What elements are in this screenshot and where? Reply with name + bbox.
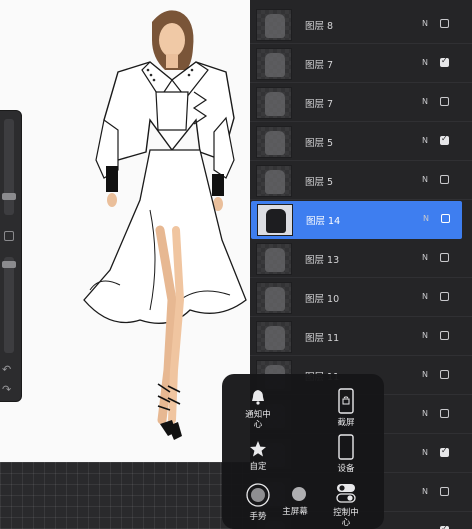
layer-name: 图层 5 xyxy=(305,177,334,188)
layer-thumbnail xyxy=(256,321,292,353)
opacity-knob[interactable] xyxy=(2,261,16,268)
layer-name: 图层 10 xyxy=(305,294,340,305)
blend-mode[interactable]: N xyxy=(423,214,429,223)
layer-name: 图层 7 xyxy=(305,60,334,71)
device-icon xyxy=(338,434,354,460)
layer-name: 图层 7 xyxy=(305,99,334,110)
blend-mode[interactable]: N xyxy=(422,253,428,262)
blend-mode[interactable]: N xyxy=(422,136,428,145)
blend-mode[interactable]: N xyxy=(422,448,428,457)
blend-mode[interactable]: N xyxy=(422,175,428,184)
layer-row[interactable]: 图层 7 N xyxy=(250,84,472,122)
brush-size-opacity-sidebar[interactable]: ↶ ↷ xyxy=(0,110,22,402)
app-window: ↶ ↷ 图层 8 N 图层 7 N 图层 7 N 图层 5 N xyxy=(0,0,472,529)
layer-row[interactable]: 图层 13 N xyxy=(250,240,472,278)
gesture-label: 手势 xyxy=(249,512,267,522)
bell-icon xyxy=(252,390,264,405)
visibility-checkbox[interactable] xyxy=(440,134,449,145)
blend-mode[interactable]: N xyxy=(422,487,428,496)
layer-thumbnail xyxy=(256,282,292,314)
device-label: 设备 xyxy=(337,464,355,474)
star-icon xyxy=(250,441,266,457)
notification-label: 通知中心 xyxy=(245,410,271,430)
layer-thumbnail xyxy=(256,243,292,275)
layer-row[interactable]: 图层 8 N xyxy=(250,6,472,44)
drawing-canvas[interactable] xyxy=(0,0,250,462)
blend-mode[interactable]: N xyxy=(422,19,428,28)
custom-label: 自定 xyxy=(249,462,267,472)
brush-size-slider[interactable] xyxy=(4,119,14,215)
visibility-checkbox[interactable] xyxy=(440,56,449,67)
layer-thumbnail xyxy=(256,126,292,158)
control-center-button[interactable]: 控制中心 xyxy=(330,482,362,528)
visibility-checkbox[interactable] xyxy=(440,487,449,496)
blend-mode[interactable]: N xyxy=(422,331,428,340)
visibility-checkbox[interactable] xyxy=(440,253,449,262)
brush-size-knob[interactable] xyxy=(2,193,16,200)
layer-row[interactable]: 图层 5 N xyxy=(250,123,472,161)
layer-name: 图层 13 xyxy=(305,255,340,266)
layer-row[interactable]: 图层 11 N xyxy=(250,318,472,356)
layer-thumbnail xyxy=(256,9,292,41)
custom-button[interactable]: 自定 xyxy=(242,440,274,472)
blend-mode[interactable]: N xyxy=(422,58,428,67)
screenshot-icon xyxy=(338,388,354,414)
visibility-checkbox[interactable] xyxy=(441,214,450,223)
layer-thumbnail xyxy=(256,165,292,197)
visibility-checkbox[interactable] xyxy=(440,446,449,457)
layer-row[interactable]: 图层 5 N xyxy=(250,162,472,200)
gesture-button[interactable]: 手势 xyxy=(242,482,274,522)
assistive-touch-menu: 通知中心 截屏 自定 设备 手势 主屏幕 控制中心 xyxy=(222,374,384,529)
layer-thumbnail xyxy=(256,87,292,119)
control-center-label: 控制中心 xyxy=(333,508,359,528)
layer-row[interactable]: 图层 10 N xyxy=(250,279,472,317)
layer-name: 图层 14 xyxy=(306,216,341,227)
toggle-icon xyxy=(336,484,356,503)
visibility-checkbox[interactable] xyxy=(440,409,449,418)
layer-name: 图层 5 xyxy=(305,138,334,149)
visibility-checkbox[interactable] xyxy=(440,175,449,184)
modify-button[interactable] xyxy=(4,231,14,241)
layer-name: 图层 8 xyxy=(305,21,334,32)
layer-name: 图层 11 xyxy=(305,333,340,344)
opacity-slider[interactable] xyxy=(4,257,14,353)
notification-center-button[interactable]: 通知中心 xyxy=(242,388,274,430)
canvas-background-grid xyxy=(0,462,250,529)
fashion-illustration xyxy=(83,10,247,440)
blend-mode[interactable]: N xyxy=(422,370,428,379)
screenshot-label: 截屏 xyxy=(337,418,355,428)
screenshot-button[interactable]: 截屏 xyxy=(330,388,362,428)
undo-icon[interactable]: ↶ xyxy=(2,363,11,376)
visibility-checkbox[interactable] xyxy=(440,331,449,340)
layer-row[interactable]: 图层 7 N xyxy=(250,45,472,83)
visibility-checkbox[interactable] xyxy=(440,19,449,28)
visibility-checkbox[interactable] xyxy=(440,292,449,301)
home-label: 主屏幕 xyxy=(282,507,308,517)
layer-thumbnail xyxy=(256,48,292,80)
home-icon xyxy=(292,487,306,501)
redo-icon[interactable]: ↷ xyxy=(2,383,11,396)
home-screen-button[interactable]: 主屏幕 xyxy=(282,485,312,517)
layer-row-selected[interactable]: 图层 14 N xyxy=(251,201,462,239)
blend-mode[interactable]: N xyxy=(422,409,428,418)
device-button[interactable]: 设备 xyxy=(330,434,362,474)
visibility-checkbox[interactable] xyxy=(440,97,449,106)
blend-mode[interactable]: N xyxy=(422,97,428,106)
gesture-icon xyxy=(246,483,270,507)
blend-mode[interactable]: N xyxy=(422,292,428,301)
visibility-checkbox[interactable] xyxy=(440,370,449,379)
layer-thumbnail xyxy=(257,204,293,236)
